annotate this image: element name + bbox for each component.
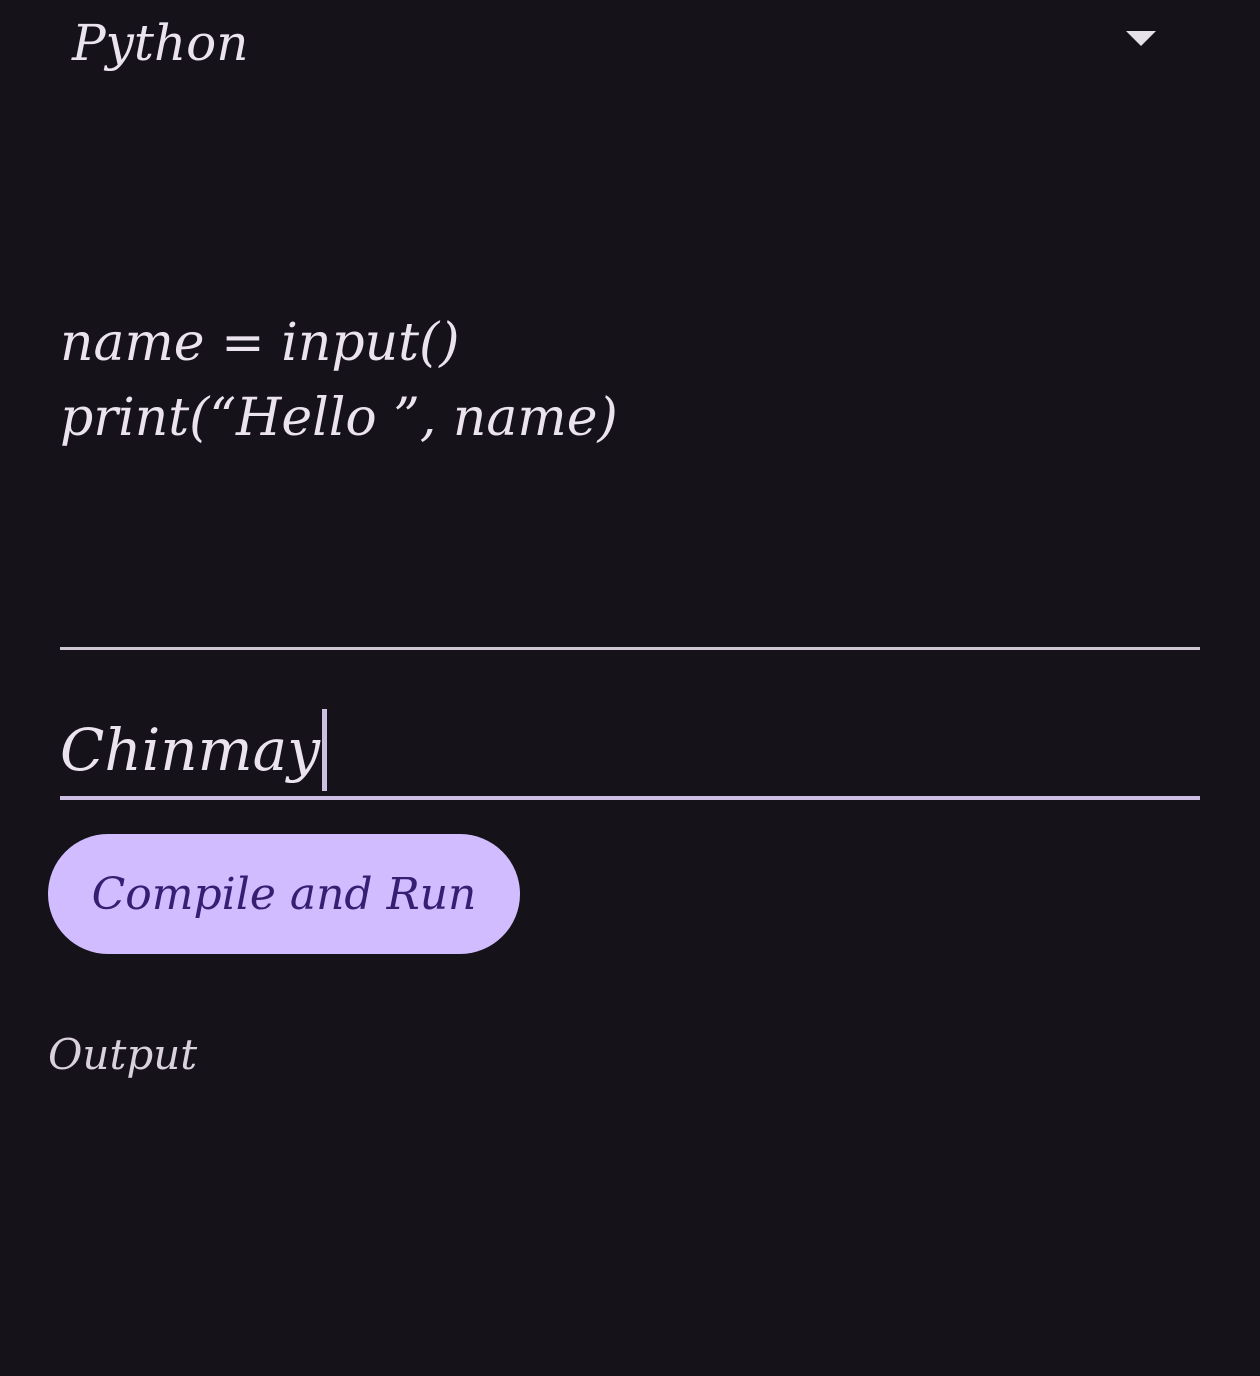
code-editor[interactable]: name = input() print(“Hello ”, name) [60, 300, 1200, 650]
language-selected-value: Python [72, 14, 249, 72]
language-dropdown[interactable]: Python [72, 8, 1162, 78]
compile-and-run-button[interactable]: Compile and Run [48, 834, 520, 954]
stdin-input-value[interactable]: Chinmay [60, 721, 320, 779]
dropdown-triangle-icon[interactable] [1126, 30, 1156, 46]
text-cursor [321, 709, 327, 791]
stdin-input[interactable]: Chinmay [60, 700, 1200, 800]
output-label: Output [48, 1030, 198, 1079]
code-editor-text[interactable]: name = input() print(“Hello ”, name) [60, 300, 1200, 456]
